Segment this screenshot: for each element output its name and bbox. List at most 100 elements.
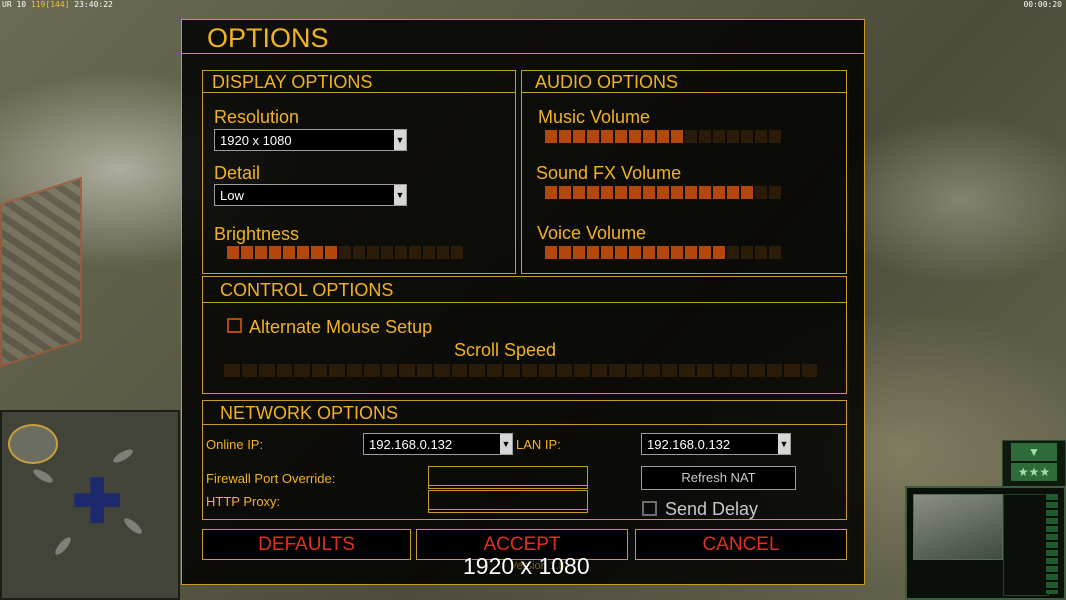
slider-segment[interactable] — [329, 364, 345, 377]
slider-segment[interactable] — [224, 364, 240, 377]
slider-segment[interactable] — [364, 364, 380, 377]
slider-segment[interactable] — [381, 246, 393, 259]
dropdown-arrow-icon[interactable]: ▼ — [394, 130, 406, 150]
slider-segment[interactable] — [423, 246, 435, 259]
slider-segment[interactable] — [699, 186, 711, 199]
slider-segment[interactable] — [727, 186, 739, 199]
http-proxy-input[interactable] — [428, 490, 588, 513]
slider-segment[interactable] — [574, 364, 590, 377]
slider-segment[interactable] — [671, 246, 683, 259]
refresh-nat-button[interactable]: Refresh NAT — [641, 466, 796, 490]
slider-segment[interactable] — [294, 364, 310, 377]
slider-segment[interactable] — [573, 130, 585, 143]
rank-stars-button[interactable]: ★★★ — [1011, 463, 1057, 481]
slider-segment[interactable] — [699, 130, 711, 143]
slider-segment[interactable] — [395, 246, 407, 259]
alternate-mouse-checkbox[interactable] — [227, 318, 242, 333]
slider-segment[interactable] — [714, 364, 730, 377]
slider-segment[interactable] — [713, 246, 725, 259]
dropdown-arrow-icon[interactable]: ▼ — [778, 434, 790, 454]
slider-segment[interactable] — [601, 186, 613, 199]
slider-segment[interactable] — [591, 364, 607, 377]
slider-segment[interactable] — [601, 246, 613, 259]
slider-segment[interactable] — [339, 246, 351, 259]
slider-segment[interactable] — [451, 364, 467, 377]
online-ip-dropdown[interactable]: 192.168.0.132 ▼ — [363, 433, 513, 455]
slider-segment[interactable] — [661, 364, 677, 377]
slider-segment[interactable] — [545, 186, 557, 199]
slider-segment[interactable] — [766, 364, 782, 377]
slider-segment[interactable] — [346, 364, 362, 377]
slider-segment[interactable] — [259, 364, 275, 377]
slider-segment[interactable] — [769, 186, 781, 199]
slider-segment[interactable] — [283, 246, 295, 259]
slider-segment[interactable] — [784, 364, 800, 377]
sfx-volume-slider[interactable] — [545, 186, 783, 199]
slider-segment[interactable] — [643, 246, 655, 259]
slider-segment[interactable] — [255, 246, 267, 259]
slider-segment[interactable] — [587, 246, 599, 259]
defaults-button[interactable]: DEFAULTS — [202, 529, 411, 560]
slider-segment[interactable] — [297, 246, 309, 259]
slider-segment[interactable] — [615, 186, 627, 199]
slider-segment[interactable] — [643, 130, 655, 143]
slider-segment[interactable] — [559, 130, 571, 143]
slider-segment[interactable] — [741, 246, 753, 259]
slider-segment[interactable] — [269, 246, 281, 259]
slider-segment[interactable] — [469, 364, 485, 377]
slider-segment[interactable] — [559, 186, 571, 199]
slider-segment[interactable] — [601, 130, 613, 143]
resolution-dropdown[interactable]: 1920 x 1080 ▼ — [214, 129, 407, 151]
slider-segment[interactable] — [685, 246, 697, 259]
slider-segment[interactable] — [276, 364, 292, 377]
slider-segment[interactable] — [609, 364, 625, 377]
slider-segment[interactable] — [416, 364, 432, 377]
slider-segment[interactable] — [434, 364, 450, 377]
slider-segment[interactable] — [399, 364, 415, 377]
dropdown-arrow-icon[interactable]: ▼ — [394, 185, 406, 205]
slider-segment[interactable] — [486, 364, 502, 377]
slider-segment[interactable] — [643, 186, 655, 199]
slider-segment[interactable] — [769, 246, 781, 259]
unit-command-grid[interactable] — [1003, 494, 1049, 596]
slider-segment[interactable] — [545, 130, 557, 143]
slider-segment[interactable] — [437, 246, 449, 259]
slider-segment[interactable] — [713, 130, 725, 143]
slider-segment[interactable] — [801, 364, 817, 377]
slider-segment[interactable] — [615, 130, 627, 143]
slider-segment[interactable] — [755, 130, 767, 143]
slider-segment[interactable] — [755, 246, 767, 259]
slider-segment[interactable] — [629, 130, 641, 143]
unit-portrait[interactable] — [913, 494, 1003, 560]
lan-ip-dropdown[interactable]: 192.168.0.132 ▼ — [641, 433, 791, 455]
slider-segment[interactable] — [559, 246, 571, 259]
slider-segment[interactable] — [451, 246, 463, 259]
slider-segment[interactable] — [409, 246, 421, 259]
minimap[interactable]: ✚ — [0, 410, 180, 600]
slider-segment[interactable] — [671, 186, 683, 199]
slider-segment[interactable] — [629, 186, 641, 199]
slider-segment[interactable] — [587, 130, 599, 143]
slider-segment[interactable] — [227, 246, 239, 259]
slider-segment[interactable] — [685, 186, 697, 199]
detail-dropdown[interactable]: Low ▼ — [214, 184, 407, 206]
slider-segment[interactable] — [241, 364, 257, 377]
slider-segment[interactable] — [644, 364, 660, 377]
dropdown-arrow-icon[interactable]: ▼ — [500, 434, 512, 454]
slider-segment[interactable] — [755, 186, 767, 199]
slider-segment[interactable] — [325, 246, 337, 259]
slider-segment[interactable] — [615, 246, 627, 259]
slider-segment[interactable] — [381, 364, 397, 377]
slider-segment[interactable] — [573, 186, 585, 199]
slider-segment[interactable] — [671, 130, 683, 143]
slider-segment[interactable] — [713, 186, 725, 199]
slider-segment[interactable] — [353, 246, 365, 259]
slider-segment[interactable] — [685, 130, 697, 143]
slider-segment[interactable] — [657, 246, 669, 259]
slider-segment[interactable] — [679, 364, 695, 377]
slider-segment[interactable] — [367, 246, 379, 259]
scroll-speed-slider[interactable] — [224, 364, 819, 377]
music-volume-slider[interactable] — [545, 130, 783, 143]
slider-segment[interactable] — [587, 186, 599, 199]
slider-segment[interactable] — [556, 364, 572, 377]
